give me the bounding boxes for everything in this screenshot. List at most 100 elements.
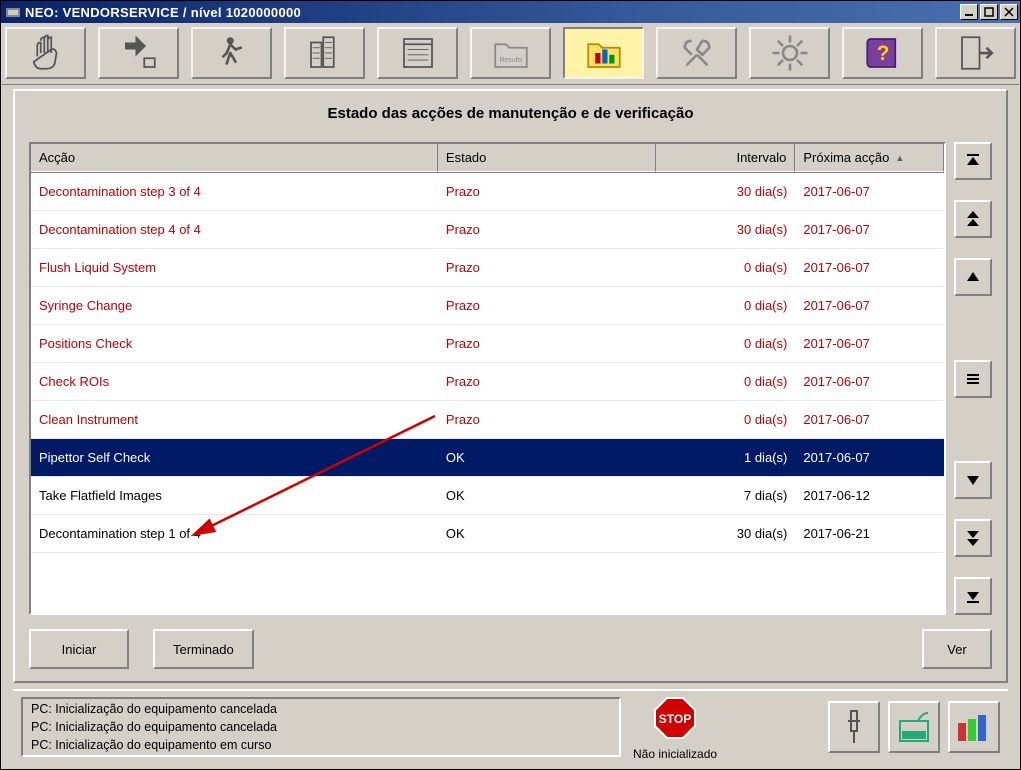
cell-action: Take Flatfield Images	[31, 488, 438, 503]
table-row[interactable]: Take Flatfield ImagesOK7 dia(s)2017-06-1…	[31, 477, 944, 515]
main-panel: Estado das acções de manutenção e de ver…	[13, 89, 1008, 683]
app-icon	[5, 4, 21, 20]
toolbar-btn-folder[interactable]: Results	[470, 27, 551, 79]
cell-next: 2017-06-12	[795, 488, 944, 503]
scroll-top-button[interactable]	[954, 142, 992, 180]
toolbar-btn-maintenance[interactable]	[563, 27, 644, 79]
toolbar-btn-buildings[interactable]	[284, 27, 365, 79]
toolbar-btn-list[interactable]	[377, 27, 458, 79]
status-icons	[729, 697, 1000, 757]
cell-state: OK	[438, 450, 656, 465]
cell-interval: 30 dia(s)	[656, 526, 795, 541]
cell-next: 2017-06-07	[795, 184, 944, 199]
cell-interval: 0 dia(s)	[656, 374, 795, 389]
table-row[interactable]: Flush Liquid SystemPrazo0 dia(s)2017-06-…	[31, 249, 944, 287]
cell-interval: 30 dia(s)	[656, 184, 795, 199]
svg-text:?: ?	[876, 42, 889, 65]
col-header-interval-label: Intervalo	[736, 150, 786, 165]
view-button-label: Ver	[947, 642, 967, 657]
scroll-page-up-button[interactable]	[954, 200, 992, 238]
table-row[interactable]: Decontamination step 1 of 4OK30 dia(s)20…	[31, 515, 944, 553]
titlebar-buttons	[960, 4, 1018, 20]
table-row[interactable]: Decontamination step 4 of 4Prazo30 dia(s…	[31, 211, 944, 249]
cell-state: Prazo	[438, 374, 656, 389]
toolbar-btn-help[interactable]: ?	[842, 27, 923, 79]
finish-button-label: Terminado	[173, 642, 234, 657]
minimize-button[interactable]	[960, 4, 978, 20]
cell-state: Prazo	[438, 412, 656, 427]
cell-next: 2017-06-07	[795, 412, 944, 427]
toolbar-btn-hand[interactable]	[5, 27, 86, 79]
cell-state: Prazo	[438, 184, 656, 199]
cell-action: Clean Instrument	[31, 412, 438, 427]
maintenance-grid: Acção Estado Intervalo Próxima acção▲ De…	[29, 142, 946, 615]
table-area: Acção Estado Intervalo Próxima acção▲ De…	[29, 142, 992, 615]
cell-interval: 30 dia(s)	[656, 222, 795, 237]
col-header-next-label: Próxima acção	[803, 150, 889, 165]
cell-next: 2017-06-07	[795, 450, 944, 465]
cell-next: 2017-06-07	[795, 298, 944, 313]
grid-header: Acção Estado Intervalo Próxima acção▲	[31, 144, 944, 173]
panel-title: Estado das acções de manutenção e de ver…	[29, 99, 992, 142]
view-button[interactable]: Ver	[922, 629, 992, 669]
cell-next: 2017-06-07	[795, 336, 944, 351]
toolbar: Results ?	[1, 23, 1020, 85]
close-button[interactable]	[1000, 4, 1018, 20]
table-row[interactable]: Syringe ChangePrazo0 dia(s)2017-06-07	[31, 287, 944, 325]
cell-action: Decontamination step 3 of 4	[31, 184, 438, 199]
status-state-label: Não inicializado	[633, 747, 717, 761]
toolbar-btn-gear[interactable]	[749, 27, 830, 79]
table-row[interactable]: Check ROIsPrazo0 dia(s)2017-06-07	[31, 363, 944, 401]
cell-next: 2017-06-07	[795, 374, 944, 389]
cell-action: Decontamination step 1 of 4	[31, 526, 438, 541]
status-mid: STOP Não inicializado	[633, 697, 717, 757]
cell-next: 2017-06-07	[795, 260, 944, 275]
status-line-3: PC: Inicialização do equipamento em curs…	[31, 736, 611, 754]
cell-state: Prazo	[438, 260, 656, 275]
cell-interval: 0 dia(s)	[656, 260, 795, 275]
cell-next: 2017-06-07	[795, 222, 944, 237]
scroll-down-button[interactable]	[954, 461, 992, 499]
cell-interval: 0 dia(s)	[656, 336, 795, 351]
cell-action: Check ROIs	[31, 374, 438, 389]
col-header-action[interactable]: Acção	[31, 144, 438, 172]
status-ico-reagents[interactable]	[948, 701, 1000, 753]
grid-body: Decontamination step 3 of 4Prazo30 dia(s…	[31, 173, 944, 613]
toolbar-btn-in-out[interactable]	[98, 27, 179, 79]
titlebar: NEO: VENDORSERVICE / nível 1020000000	[1, 1, 1020, 23]
table-row[interactable]: Positions CheckPrazo0 dia(s)2017-06-07	[31, 325, 944, 363]
cell-interval: 1 dia(s)	[656, 450, 795, 465]
col-header-next[interactable]: Próxima acção▲	[795, 144, 944, 172]
cell-state: Prazo	[438, 298, 656, 313]
col-header-interval[interactable]: Intervalo	[656, 144, 795, 172]
toolbar-btn-run[interactable]	[191, 27, 272, 79]
svg-text:Results: Results	[499, 57, 523, 64]
status-ico-pipettor[interactable]	[828, 701, 880, 753]
table-row[interactable]: Pipettor Self CheckOK1 dia(s)2017-06-07	[31, 439, 944, 477]
titlebar-left: NEO: VENDORSERVICE / nível 1020000000	[5, 4, 301, 20]
toolbar-btn-tools[interactable]	[656, 27, 737, 79]
scroll-buttons	[954, 142, 992, 615]
cell-interval: 0 dia(s)	[656, 298, 795, 313]
table-row[interactable]: Clean InstrumentPrazo0 dia(s)2017-06-07	[31, 401, 944, 439]
cell-action: Positions Check	[31, 336, 438, 351]
cell-state: Prazo	[438, 222, 656, 237]
status-line-1: PC: Inicialização do equipamento cancela…	[31, 700, 611, 718]
maximize-button[interactable]	[980, 4, 998, 20]
scroll-bottom-button[interactable]	[954, 577, 992, 615]
stop-icon[interactable]: STOP	[651, 694, 699, 745]
col-header-state[interactable]: Estado	[438, 144, 656, 172]
table-row[interactable]: Decontamination step 3 of 4Prazo30 dia(s…	[31, 173, 944, 211]
col-header-action-label: Acção	[39, 150, 75, 165]
scroll-page-down-button[interactable]	[954, 519, 992, 557]
finish-button[interactable]: Terminado	[153, 629, 254, 669]
app-window: NEO: VENDORSERVICE / nível 1020000000	[0, 0, 1021, 770]
scroll-up-button[interactable]	[954, 258, 992, 296]
scroll-middle-button[interactable]	[954, 360, 992, 398]
cell-state: OK	[438, 526, 656, 541]
status-ico-fluids[interactable]	[888, 701, 940, 753]
cell-interval: 0 dia(s)	[656, 412, 795, 427]
start-button[interactable]: Iniciar	[29, 629, 129, 669]
toolbar-btn-exit[interactable]	[935, 27, 1016, 79]
cell-action: Flush Liquid System	[31, 260, 438, 275]
